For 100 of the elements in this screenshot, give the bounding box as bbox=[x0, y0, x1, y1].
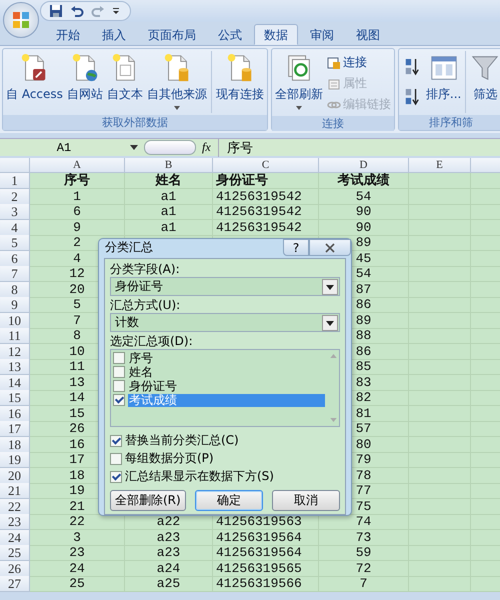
close-button[interactable] bbox=[309, 239, 351, 256]
ribbon-tab[interactable]: 公式 bbox=[208, 24, 252, 45]
column-header[interactable]: C bbox=[213, 158, 319, 173]
row-header[interactable]: 14 bbox=[0, 374, 30, 390]
ribbon-button[interactable]: 自网站 bbox=[64, 51, 105, 105]
checkbox[interactable] bbox=[110, 452, 122, 464]
ribbon-tab[interactable]: 开始 bbox=[46, 24, 90, 45]
table-cell: 54 bbox=[319, 188, 409, 204]
checkbox[interactable] bbox=[113, 352, 125, 364]
row-header[interactable]: 7 bbox=[0, 266, 30, 282]
row-header[interactable]: 5 bbox=[0, 235, 30, 251]
dropdown-caret-icon[interactable] bbox=[322, 278, 338, 294]
table-cell: 41256319542 bbox=[213, 188, 319, 204]
table-cell: 23 bbox=[30, 545, 125, 561]
row-header[interactable]: 26 bbox=[0, 560, 30, 576]
row-header[interactable]: 17 bbox=[0, 421, 30, 437]
zoom-handle[interactable] bbox=[144, 140, 196, 155]
table-cell: 考试成绩 bbox=[319, 173, 409, 189]
dialog-button[interactable]: 全部删除(R) bbox=[110, 490, 186, 511]
row-header[interactable]: 23 bbox=[0, 514, 30, 530]
row-header[interactable]: 21 bbox=[0, 483, 30, 499]
column-header[interactable]: A bbox=[30, 158, 125, 173]
table-cell: 1 bbox=[30, 188, 125, 204]
table-cell: 序号 bbox=[30, 173, 125, 189]
column-header[interactable]: D bbox=[319, 158, 409, 173]
insert-function-button[interactable]: fx bbox=[202, 140, 218, 155]
table-cell: 73 bbox=[319, 530, 409, 546]
dropdown-caret-icon[interactable] bbox=[130, 145, 138, 150]
ribbon-button[interactable]: 全部刷新 bbox=[272, 51, 325, 112]
column-header[interactable]: B bbox=[125, 158, 213, 173]
checkbox-label[interactable]: 替换当前分类汇总(C) bbox=[125, 432, 239, 449]
table-cell: a1 bbox=[125, 220, 213, 236]
checkbox[interactable] bbox=[113, 394, 125, 406]
row-header[interactable]: 19 bbox=[0, 452, 30, 468]
checkbox[interactable] bbox=[113, 366, 125, 378]
row-header[interactable]: 9 bbox=[0, 297, 30, 313]
row-header[interactable]: 18 bbox=[0, 436, 30, 452]
row-header[interactable]: 8 bbox=[0, 282, 30, 298]
row-header[interactable]: 4 bbox=[0, 220, 30, 236]
table-cell: 72 bbox=[319, 560, 409, 576]
table-cell: 41256319566 bbox=[213, 576, 319, 592]
undo-icon[interactable] bbox=[70, 4, 84, 18]
row-header[interactable]: 22 bbox=[0, 498, 30, 514]
table-cell: a25 bbox=[125, 576, 213, 592]
help-button[interactable]: ? bbox=[283, 239, 309, 256]
row-header[interactable]: 3 bbox=[0, 204, 30, 220]
table-cell: 6 bbox=[30, 204, 125, 220]
row-header[interactable]: 2 bbox=[0, 188, 30, 204]
row-header[interactable]: 13 bbox=[0, 359, 30, 375]
table-cell: 24 bbox=[30, 560, 125, 576]
row-header[interactable]: 12 bbox=[0, 344, 30, 360]
row-header[interactable]: 6 bbox=[0, 250, 30, 266]
group-title: 连接 bbox=[272, 116, 394, 131]
empty-cell bbox=[409, 576, 471, 592]
checkbox[interactable] bbox=[113, 380, 125, 392]
table-cell: a23 bbox=[125, 530, 213, 546]
row-header[interactable]: 1 bbox=[0, 173, 30, 189]
table-cell: 41256319564 bbox=[213, 530, 319, 546]
ribbon-tab[interactable]: 审阅 bbox=[300, 24, 344, 45]
sort-descending-icon[interactable] bbox=[404, 87, 420, 107]
row-header[interactable]: 15 bbox=[0, 390, 30, 406]
name-box[interactable]: A1 bbox=[0, 140, 128, 154]
formula-field[interactable]: 序号 bbox=[218, 138, 500, 156]
row-header[interactable]: 24 bbox=[0, 530, 30, 546]
row-header[interactable]: 27 bbox=[0, 576, 30, 592]
ribbon-tab[interactable]: 页面布局 bbox=[138, 24, 206, 45]
column-header[interactable]: E bbox=[409, 158, 471, 173]
row-header[interactable]: 16 bbox=[0, 406, 30, 422]
dropdown-field[interactable]: 计数 bbox=[110, 313, 340, 332]
ribbon-tab[interactable]: 插入 bbox=[92, 24, 136, 45]
checkbox-label[interactable]: 每组数据分页(P) bbox=[125, 450, 214, 467]
checkbox-label[interactable]: 汇总结果显示在数据下方(S) bbox=[125, 468, 274, 485]
office-button[interactable] bbox=[3, 2, 39, 38]
customize-caret-icon[interactable] bbox=[112, 7, 120, 15]
ribbon-button[interactable]: 筛选 bbox=[468, 51, 500, 105]
checkbox[interactable] bbox=[110, 470, 122, 482]
ribbon-button[interactable]: 排序... bbox=[424, 51, 464, 105]
ribbon-button[interactable]: 自其他来源 bbox=[144, 51, 209, 112]
row-header[interactable]: 11 bbox=[0, 328, 30, 344]
table-cell: a24 bbox=[125, 560, 213, 576]
ribbon-tab[interactable]: 视图 bbox=[346, 24, 390, 45]
ribbon-small-button[interactable]: 连接 bbox=[324, 53, 393, 72]
office-logo-icon bbox=[11, 10, 31, 30]
ribbon-button[interactable]: 自 Access bbox=[4, 51, 65, 105]
ribbon-tab[interactable]: 数据 bbox=[254, 24, 298, 45]
close-icon bbox=[325, 242, 335, 252]
row-header[interactable]: 25 bbox=[0, 545, 30, 561]
row-header[interactable]: 10 bbox=[0, 312, 30, 328]
ribbon-button[interactable]: 现有连接 bbox=[214, 51, 266, 105]
checkbox[interactable] bbox=[110, 434, 122, 446]
ribbon-button[interactable]: 自文本 bbox=[104, 51, 145, 105]
row-header[interactable]: 20 bbox=[0, 468, 30, 484]
dropdown-caret-icon[interactable] bbox=[322, 314, 338, 330]
table-cell: a1 bbox=[125, 204, 213, 220]
dropdown-field[interactable]: 身份证号 bbox=[110, 277, 340, 296]
sort-ascending-icon[interactable] bbox=[404, 57, 420, 77]
save-icon[interactable] bbox=[49, 4, 63, 18]
dialog-button[interactable]: 确定 bbox=[194, 490, 263, 511]
dialog-button[interactable]: 取消 bbox=[272, 490, 340, 511]
table-cell: a1 bbox=[125, 188, 213, 204]
